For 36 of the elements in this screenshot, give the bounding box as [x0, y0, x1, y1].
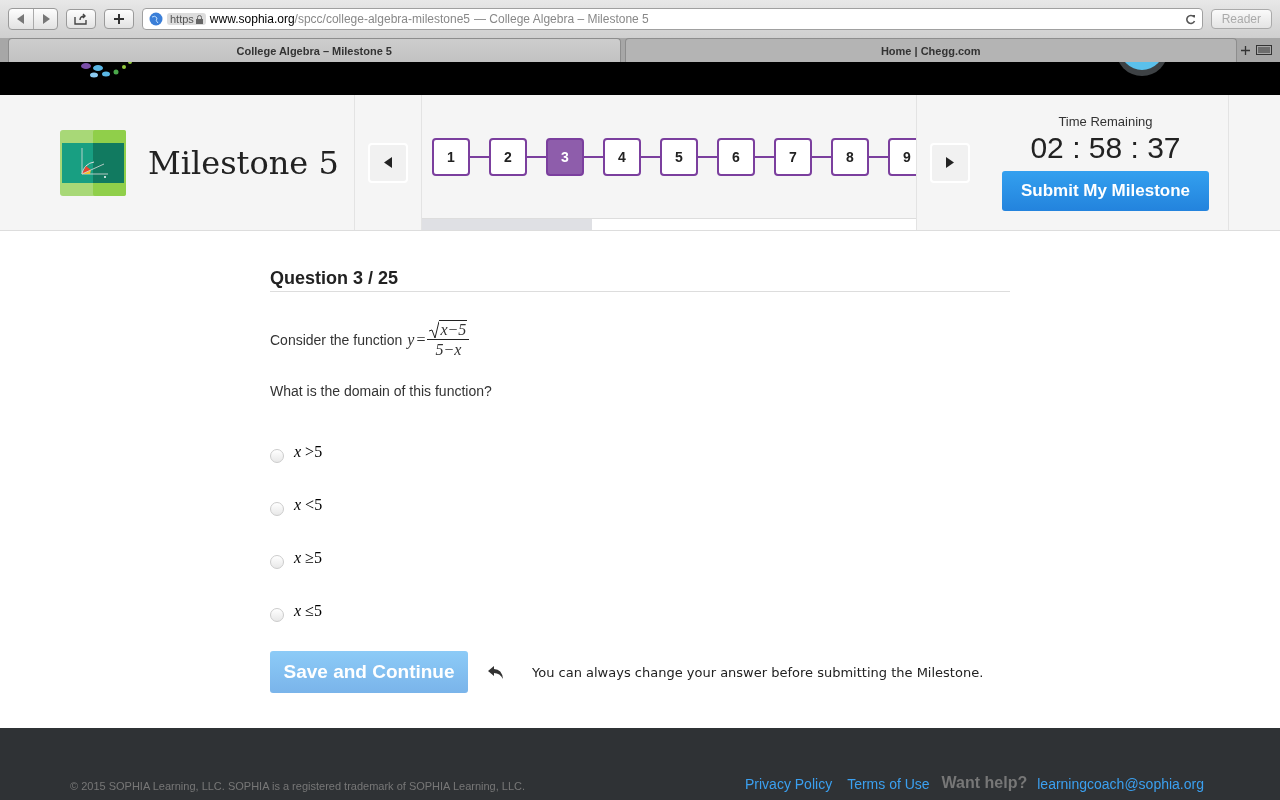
- answer-option: x >5: [294, 442, 323, 461]
- question-step[interactable]: 4: [603, 137, 641, 176]
- browser-tab[interactable]: Home | Chegg.com: [624, 38, 1237, 62]
- milestone-title: Milestone 5: [148, 143, 339, 182]
- question-step[interactable]: 7: [774, 137, 812, 176]
- answer-option: x ≤5: [294, 601, 322, 620]
- answer-option: x ≥5: [294, 548, 322, 567]
- footer-link[interactable]: Privacy Policy: [745, 776, 833, 792]
- browser-tab[interactable]: College Algebra – Milestone 5: [8, 38, 621, 62]
- question-step[interactable]: 6: [717, 137, 755, 176]
- question-step[interactable]: 9: [888, 137, 916, 176]
- page-title: — College Algebra – Milestone 5: [474, 12, 649, 26]
- formula-denominator: 5−x: [435, 340, 462, 359]
- question-step[interactable]: 2: [489, 137, 527, 176]
- time-remaining: 02 : 58 : 37: [1030, 131, 1181, 165]
- footer-link[interactable]: Terms of Use: [847, 776, 930, 792]
- https-label: https: [167, 13, 206, 25]
- formula-variable: y: [407, 330, 415, 349]
- copyright-text: © 2015 SOPHIA Learning, LLC. SOPHIA is a registered trademark of SOPHIA Learning, LLC.: [70, 780, 527, 792]
- formula-numerator: x−5: [439, 320, 468, 339]
- hint-text: You can always change your answer before submitting the Milestone.: [532, 664, 984, 680]
- question-step[interactable]: 8: [831, 137, 869, 176]
- prompt-text: Consider the function: [270, 331, 403, 348]
- help-label: Want help?: [941, 774, 1028, 792]
- question-heading: Question 3 / 25: [270, 268, 1010, 292]
- url-path: /spcc/college-algebra-milestone5: [294, 12, 470, 26]
- email-link[interactable]: learningcoach@sophia.org: [1037, 776, 1204, 792]
- answer-option: x <5: [294, 495, 323, 514]
- question-text: What is the domain of this function?: [270, 383, 493, 399]
- question-step[interactable]: 3: [546, 137, 584, 176]
- formula-relation: =: [416, 330, 426, 349]
- address-bar[interactable]: https www.sophia.org/spcc/college-algebra-milestone5 — College Algebra – Milestone 5: [142, 8, 1203, 30]
- question-step[interactable]: 1: [432, 137, 470, 176]
- timer-label: Time Remaining: [1058, 114, 1153, 129]
- url-host: www.sophia.org: [209, 12, 295, 26]
- question-step[interactable]: 5: [660, 137, 698, 176]
